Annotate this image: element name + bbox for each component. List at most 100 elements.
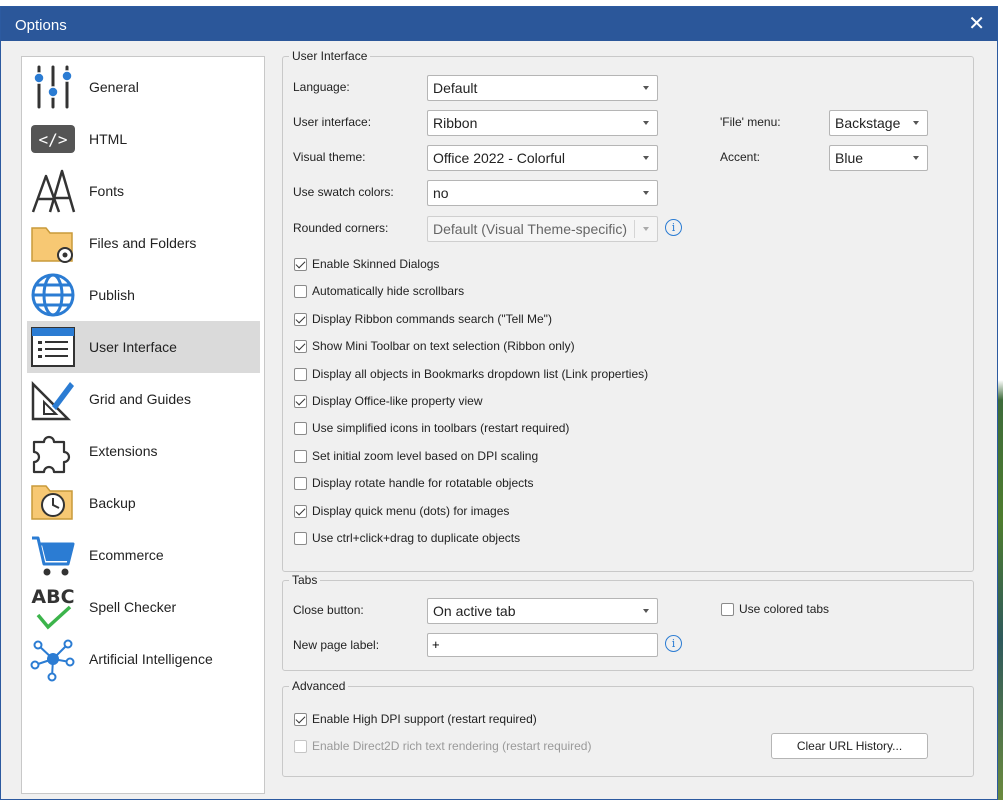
advanced-group: Advanced Enable High DPI support (restar… [282,679,974,777]
checkbox-label: Enable Direct2D rich text rendering (res… [312,739,592,753]
checkbox-label: Display rotate handle for rotatable obje… [312,476,534,490]
nav-item-user-interface[interactable]: User Interface [27,321,260,373]
info-icon[interactable]: i [665,635,682,652]
checkbox-dpi-zoom[interactable]: Set initial zoom level based on DPI scal… [294,449,538,463]
checkbox-bookmarks-objects[interactable]: Display all objects in Bookmarks dropdow… [294,367,648,381]
checkbox-label: Use simplified icons in toolbars (restar… [312,421,570,435]
swatch-colors-value: no [433,185,449,201]
checkbox-high-dpi[interactable]: Enable High DPI support (restart require… [294,712,537,726]
nav-label: Artificial Intelligence [89,651,213,667]
language-dropdown[interactable]: Default [427,75,658,101]
checkbox-box[interactable] [294,476,307,490]
nav-label: HTML [89,131,128,147]
language-label: Language: [293,80,350,94]
folder-gear-icon [27,217,79,269]
title-bar[interactable]: Options ✕ [1,7,997,41]
options-category-list[interactable]: General </> HTML Fonts Files and Folders… [21,56,265,794]
nav-item-html[interactable]: </> HTML [27,113,260,165]
nav-label: Spell Checker [89,599,177,615]
checkbox-quick-menu[interactable]: Display quick menu (dots) for images [294,504,509,518]
checkbox-label: Automatically hide scrollbars [312,284,465,298]
close-button-value: On active tab [433,603,516,619]
checkbox-label: Display quick menu (dots) for images [312,504,510,518]
nav-label: Ecommerce [89,547,164,563]
font-icon [27,165,79,217]
checkbox-box[interactable] [294,394,307,408]
abc-icon-text: ABC [31,586,74,608]
nav-label: Files and Folders [89,235,197,251]
nav-item-backup[interactable]: Backup [27,477,260,529]
nav-item-extensions[interactable]: Extensions [27,425,260,477]
nav-item-general[interactable]: General [27,61,260,113]
nav-label: Publish [89,287,135,303]
checkbox-box[interactable] [294,367,307,381]
folder-clock-icon [27,477,79,529]
nav-item-artificial-intelligence[interactable]: Artificial Intelligence [27,633,260,685]
checkbox-box[interactable] [294,504,307,518]
group-legend: Tabs [289,573,321,587]
info-icon[interactable]: i [665,219,682,236]
checkbox-box[interactable] [294,312,307,326]
visual-theme-dropdown[interactable]: Office 2022 - Colorful [427,145,658,171]
dialog-title: Options [15,17,67,34]
nav-label: Fonts [89,183,125,199]
checkbox-colored-tabs[interactable]: Use colored tabs [721,602,829,616]
puzzle-icon [27,425,79,477]
tabs-group: Tabs Close button: On active tab Use col… [282,573,974,671]
checkbox-box[interactable] [294,339,307,353]
nav-item-ecommerce[interactable]: Ecommerce [27,529,260,581]
svg-text:</>: </> [39,130,68,149]
checkbox-box[interactable] [294,284,307,298]
checkbox-label: Set initial zoom level based on DPI scal… [312,449,539,463]
checkbox-box[interactable] [721,602,734,616]
checkbox-label: Use colored tabs [739,602,830,616]
checkbox-enable-skinned-dialogs[interactable]: Enable Skinned Dialogs [294,257,439,271]
visual-theme-label: Visual theme: [293,150,366,164]
checkbox-box[interactable] [294,257,307,271]
checkbox-rotate-handle[interactable]: Display rotate handle for rotatable obje… [294,476,533,490]
chevron-down-icon [643,86,649,90]
chevron-down-icon [643,156,649,160]
checkbox-label: Use ctrl+click+drag to duplicate objects [312,531,521,545]
file-menu-dropdown[interactable]: Backstage [829,110,928,136]
user-interface-dropdown[interactable]: Ribbon [427,110,658,136]
accent-dropdown[interactable]: Blue [829,145,928,171]
checkbox-label: Display all objects in Bookmarks dropdow… [312,367,649,381]
rounded-corners-label: Rounded corners: [293,221,389,235]
nav-item-grid-and-guides[interactable]: Grid and Guides [27,373,260,425]
checkbox-box[interactable] [294,531,307,545]
language-value: Default [433,80,478,96]
checkbox-label: Display Ribbon commands search ("Tell Me… [312,312,552,326]
nav-item-files-and-folders[interactable]: Files and Folders [27,217,260,269]
chevron-down-icon [913,156,919,160]
checkbox-label: Show Mini Toolbar on text selection (Rib… [312,339,575,353]
nav-item-spell-checker[interactable]: ABC Spell Checker [27,581,260,633]
close-button-dropdown[interactable]: On active tab [427,598,658,624]
user-interface-label: User interface: [293,115,372,129]
checkbox-office-property-view[interactable]: Display Office-like property view [294,394,483,408]
user-interface-value: Ribbon [433,115,478,131]
globe-icon [27,269,79,321]
clear-url-history-button[interactable]: Clear URL History... [771,733,928,759]
chevron-down-icon [643,121,649,125]
checkbox-mini-toolbar[interactable]: Show Mini Toolbar on text selection (Rib… [294,339,575,353]
checkbox-box[interactable] [294,449,307,463]
checkbox-simplified-icons[interactable]: Use simplified icons in toolbars (restar… [294,421,569,435]
new-page-label-input[interactable]: + [427,633,658,657]
nav-label: Extensions [89,443,158,459]
checkbox-hide-scrollbars[interactable]: Automatically hide scrollbars [294,284,464,298]
close-icon[interactable]: ✕ [968,11,985,36]
window-list-icon [27,321,79,373]
checkbox-box[interactable] [294,421,307,435]
swatch-colors-dropdown[interactable]: no [427,180,658,206]
checkbox-ctrl-click-drag[interactable]: Use ctrl+click+drag to duplicate objects [294,531,520,545]
chevron-down-icon [913,121,919,125]
nav-item-fonts[interactable]: Fonts [27,165,260,217]
cart-icon [27,529,79,581]
checkbox-box[interactable] [294,712,307,726]
nav-item-publish[interactable]: Publish [27,269,260,321]
accent-label: Accent: [720,150,761,164]
swatch-colors-label: Use swatch colors: [293,185,394,199]
checkbox-ribbon-search[interactable]: Display Ribbon commands search ("Tell Me… [294,312,552,326]
new-page-label-label: New page label: [293,638,380,652]
